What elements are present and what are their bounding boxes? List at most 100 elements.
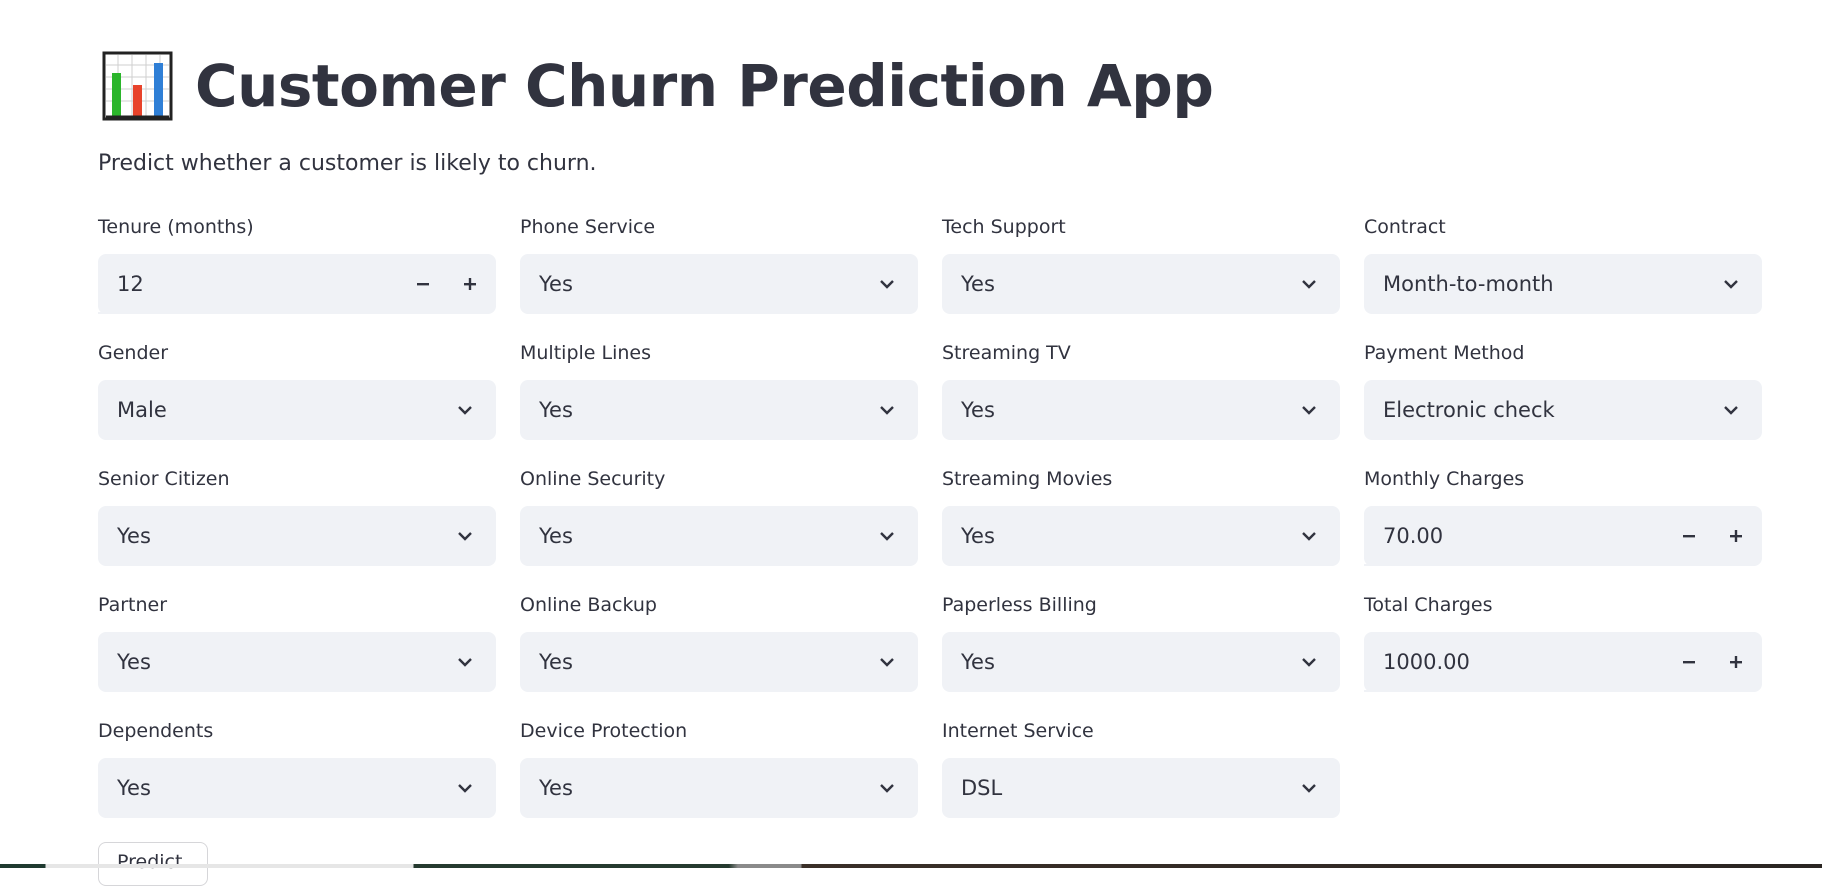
field-online-security: Online Security Yes — [520, 464, 918, 566]
contract-select[interactable]: Month-to-month — [1364, 254, 1762, 314]
chevron-down-icon — [456, 779, 474, 797]
field-label: Partner — [98, 594, 168, 616]
online-security-select[interactable]: Yes — [520, 506, 918, 566]
page-subtitle: Predict whether a customer is likely to … — [98, 151, 597, 176]
total-charges-decrement-button[interactable] — [1666, 632, 1712, 692]
bottom-edge-strip — [0, 864, 1822, 868]
field-label: Device Protection — [520, 720, 688, 742]
field-label: Multiple Lines — [520, 342, 652, 364]
field-senior-citizen: Senior Citizen Yes — [98, 464, 496, 566]
chevron-down-icon — [1300, 527, 1318, 545]
online-backup-select[interactable]: Yes — [520, 632, 918, 692]
plus-icon — [1730, 530, 1742, 542]
streaming-tv-select[interactable]: Yes — [942, 380, 1340, 440]
monthly-charges-value[interactable]: 70.00 — [1383, 506, 1443, 566]
phone-service-select[interactable]: Yes — [520, 254, 918, 314]
field-streaming-tv: Streaming TV Yes — [942, 338, 1340, 440]
select-value: Male — [117, 398, 167, 422]
select-value: Yes — [117, 524, 151, 548]
field-label: Streaming Movies — [942, 468, 1113, 490]
input-underline — [98, 312, 396, 314]
chevron-down-icon — [1300, 275, 1318, 293]
select-value: Yes — [539, 272, 573, 296]
internet-service-select[interactable]: DSL — [942, 758, 1340, 818]
select-value: Yes — [117, 776, 151, 800]
streaming-movies-select[interactable]: Yes — [942, 506, 1340, 566]
payment-method-select[interactable]: Electronic check — [1364, 380, 1762, 440]
field-device-protection: Device Protection Yes — [520, 716, 918, 818]
tenure-number-input[interactable]: 12 — [98, 254, 496, 314]
field-label: Dependents — [98, 720, 214, 742]
input-underline — [1364, 690, 1662, 692]
total-charges-number-input[interactable]: 1000.00 — [1364, 632, 1762, 692]
tenure-decrement-button[interactable] — [400, 254, 446, 314]
chevron-down-icon — [1722, 275, 1740, 293]
chevron-down-icon — [1300, 779, 1318, 797]
select-value: Yes — [539, 650, 573, 674]
paperless-billing-select[interactable]: Yes — [942, 632, 1340, 692]
field-streaming-movies: Streaming Movies Yes — [942, 464, 1340, 566]
multiple-lines-select[interactable]: Yes — [520, 380, 918, 440]
minus-icon — [1683, 535, 1695, 538]
bar-chart-icon — [102, 51, 173, 121]
select-value: Month-to-month — [1383, 272, 1554, 296]
field-label: Payment Method — [1364, 342, 1525, 364]
field-label: Online Security — [520, 468, 666, 490]
monthly-charges-decrement-button[interactable] — [1666, 506, 1712, 566]
field-phone-service: Phone Service Yes — [520, 212, 918, 314]
field-label: Tech Support — [942, 216, 1066, 238]
field-online-backup: Online Backup Yes — [520, 590, 918, 692]
senior-citizen-select[interactable]: Yes — [98, 506, 496, 566]
field-label: Monthly Charges — [1364, 468, 1525, 490]
chevron-down-icon — [456, 653, 474, 671]
field-monthly-charges: Monthly Charges 70.00 — [1364, 464, 1762, 566]
tenure-increment-button[interactable] — [447, 254, 493, 314]
field-dependents: Dependents Yes — [98, 716, 496, 818]
title-row: Customer Churn Prediction App — [102, 48, 1214, 124]
minus-icon — [417, 283, 429, 286]
chevron-down-icon — [1300, 401, 1318, 419]
chevron-down-icon — [878, 527, 896, 545]
tenure-value[interactable]: 12 — [117, 254, 144, 314]
input-underline — [1364, 564, 1662, 566]
minus-icon — [1683, 661, 1695, 664]
total-charges-increment-button[interactable] — [1713, 632, 1759, 692]
monthly-charges-number-input[interactable]: 70.00 — [1364, 506, 1762, 566]
chevron-down-icon — [456, 401, 474, 419]
device-protection-select[interactable]: Yes — [520, 758, 918, 818]
dependents-select[interactable]: Yes — [98, 758, 496, 818]
select-value: Yes — [961, 272, 995, 296]
field-partner: Partner Yes — [98, 590, 496, 692]
field-contract: Contract Month-to-month — [1364, 212, 1762, 314]
plus-icon — [464, 278, 476, 290]
tech-support-select[interactable]: Yes — [942, 254, 1340, 314]
field-label: Streaming TV — [942, 342, 1071, 364]
field-label: Total Charges — [1364, 594, 1493, 616]
field-label: Paperless Billing — [942, 594, 1097, 616]
field-label: Gender — [98, 342, 169, 364]
field-internet-service: Internet Service DSL — [942, 716, 1340, 818]
field-gender: Gender Male — [98, 338, 496, 440]
select-value: Yes — [539, 776, 573, 800]
select-value: Yes — [117, 650, 151, 674]
field-label: Internet Service — [942, 720, 1094, 742]
partner-select[interactable]: Yes — [98, 632, 496, 692]
chevron-down-icon — [878, 401, 896, 419]
select-value: Yes — [961, 650, 995, 674]
select-value: DSL — [961, 776, 1003, 800]
select-value: Yes — [539, 398, 573, 422]
plus-icon — [1730, 656, 1742, 668]
field-total-charges: Total Charges 1000.00 — [1364, 590, 1762, 692]
total-charges-value[interactable]: 1000.00 — [1383, 632, 1470, 692]
field-label: Contract — [1364, 216, 1446, 238]
field-multiple-lines: Multiple Lines Yes — [520, 338, 918, 440]
monthly-charges-increment-button[interactable] — [1713, 506, 1759, 566]
chevron-down-icon — [878, 653, 896, 671]
select-value: Electronic check — [1383, 398, 1555, 422]
field-paperless-billing: Paperless Billing Yes — [942, 590, 1340, 692]
gender-select[interactable]: Male — [98, 380, 496, 440]
chevron-down-icon — [1722, 401, 1740, 419]
chevron-down-icon — [456, 527, 474, 545]
select-value: Yes — [961, 524, 995, 548]
chevron-down-icon — [878, 275, 896, 293]
